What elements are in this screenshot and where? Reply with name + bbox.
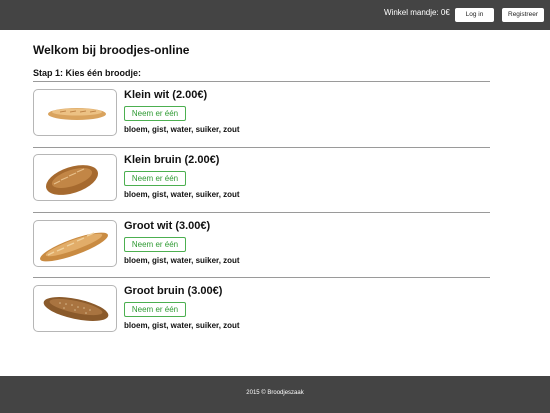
product-item: Klein wit (2.00€) Neem er één bloem, gis…	[33, 89, 490, 145]
divider	[33, 147, 490, 148]
take-one-button[interactable]: Neem er één	[124, 237, 186, 252]
product-item: Groot wit (3.00€) Neem er één bloem, gis…	[33, 220, 490, 276]
product-ingredients: bloem, gist, water, suiker, zout	[124, 125, 240, 134]
product-name: Groot bruin (3.00€)	[124, 285, 223, 297]
product-name: Klein bruin (2.00€)	[124, 154, 220, 166]
step-title: Stap 1: Kies één broodje:	[33, 68, 142, 78]
product-ingredients: bloem, gist, water, suiker, zout	[124, 321, 240, 330]
footer-copyright: 2015 © Broodjeszaak	[246, 390, 304, 396]
cart-status[interactable]: Winkel mandje: 0€	[384, 8, 450, 17]
product-ingredients: bloem, gist, water, suiker, zout	[124, 190, 240, 199]
login-button[interactable]: Log in	[455, 8, 494, 22]
product-name: Groot wit (3.00€)	[124, 220, 211, 232]
large-white-bread-icon[interactable]	[33, 220, 117, 267]
top-navbar: Winkel mandje: 0€ Log in Registreer	[0, 0, 550, 30]
product-item: Groot bruin (3.00€) Neem er één bloem, g…	[33, 285, 490, 341]
large-brown-bread-icon[interactable]	[33, 285, 117, 332]
footer: 2015 © Broodjeszaak	[0, 376, 550, 413]
take-one-button[interactable]: Neem er één	[124, 171, 186, 186]
register-button[interactable]: Registreer	[502, 8, 544, 22]
product-ingredients: bloem, gist, water, suiker, zout	[124, 256, 240, 265]
divider	[33, 212, 490, 213]
product-item: Klein bruin (2.00€) Neem er één bloem, g…	[33, 154, 490, 210]
small-white-bread-icon[interactable]	[33, 89, 117, 136]
divider	[33, 277, 490, 278]
small-brown-bread-icon[interactable]	[33, 154, 117, 201]
divider	[33, 81, 490, 82]
take-one-button[interactable]: Neem er één	[124, 106, 186, 121]
take-one-button[interactable]: Neem er één	[124, 302, 186, 317]
page-title: Welkom bij broodjes-online	[33, 43, 190, 57]
product-name: Klein wit (2.00€)	[124, 89, 208, 101]
